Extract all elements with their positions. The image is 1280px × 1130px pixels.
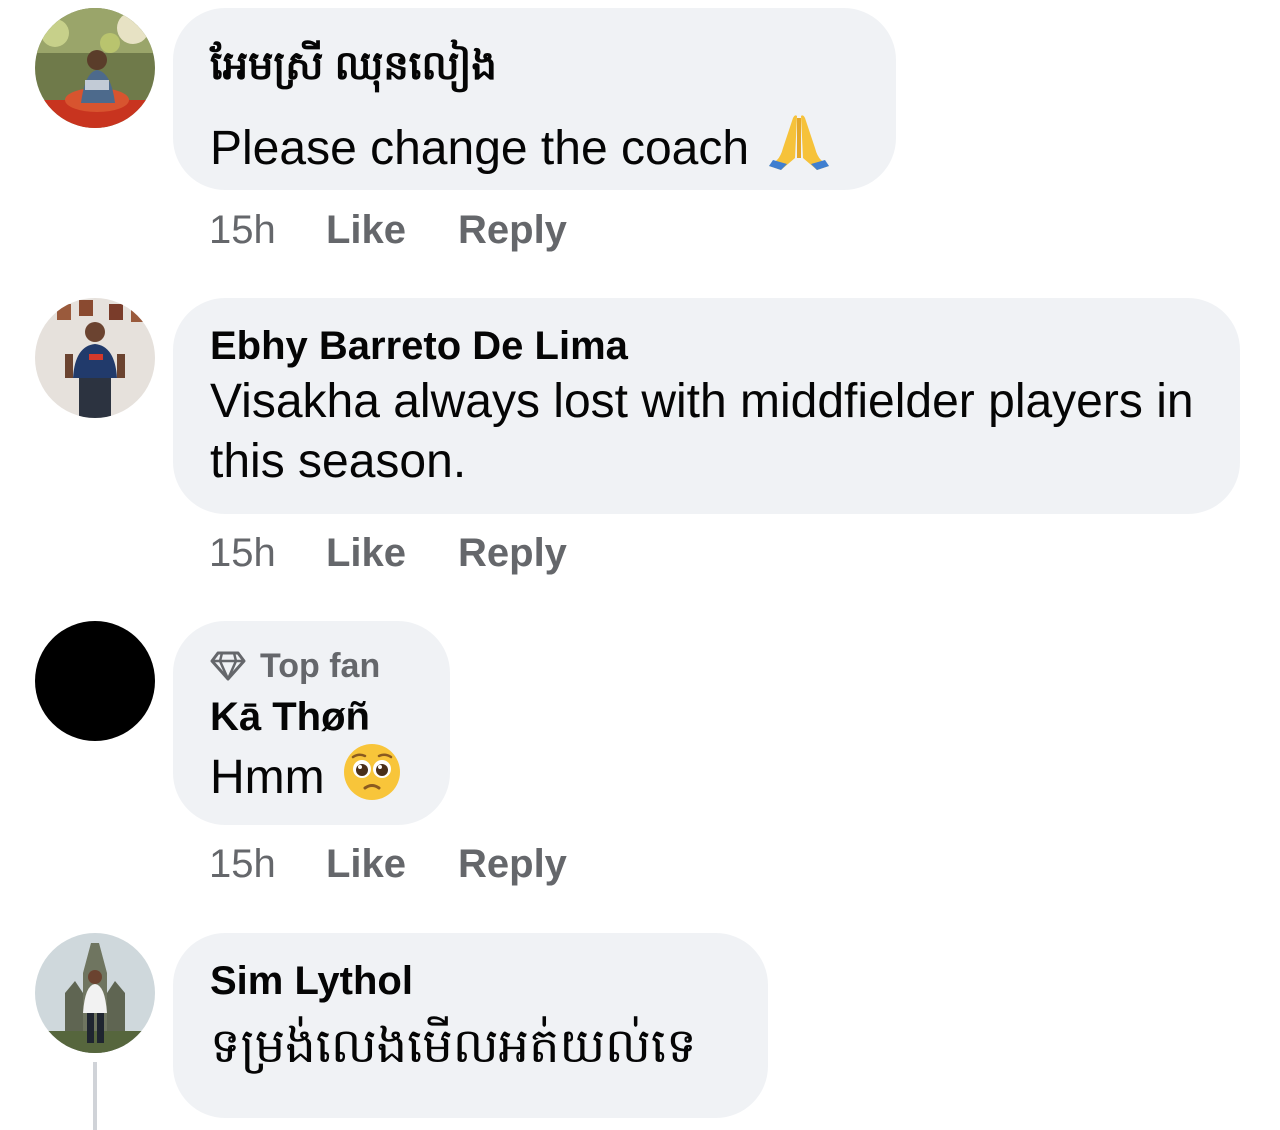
comment-text-content: Please change the coach bbox=[210, 122, 750, 175]
comment-bubble: Ebhy Barreto De Lima Visakha always lost… bbox=[173, 298, 1240, 514]
comment-text: Please change the coach bbox=[210, 112, 859, 187]
comment-author[interactable]: អែមស្រី ឈុនលៀង bbox=[210, 42, 859, 90]
comment-text: Hmm bbox=[210, 743, 413, 816]
comment-text: ទម្រង់លេងមើលអត់យល់ទេ bbox=[210, 1020, 697, 1073]
comment-actions: 15h Like Reply bbox=[209, 204, 567, 256]
avatar[interactable] bbox=[35, 621, 155, 741]
top-fan-badge: Top fan bbox=[210, 645, 413, 687]
pleading-face-emoji bbox=[343, 743, 401, 816]
comment-text-content: Hmm bbox=[210, 751, 325, 804]
reply-button[interactable]: Reply bbox=[458, 842, 567, 887]
diamond-icon bbox=[210, 651, 246, 681]
like-button[interactable]: Like bbox=[326, 842, 458, 887]
like-button[interactable]: Like bbox=[326, 531, 458, 576]
reply-button[interactable]: Reply bbox=[458, 208, 567, 253]
comment-bubble: Top fan Kā Thøñ Hmm bbox=[173, 621, 450, 825]
comment-author[interactable]: Sim Lythol bbox=[210, 957, 731, 1005]
avatar[interactable] bbox=[35, 933, 155, 1053]
reply-thread-line bbox=[93, 1062, 97, 1130]
avatar[interactable] bbox=[35, 8, 155, 128]
comment-timestamp[interactable]: 15h bbox=[209, 208, 326, 253]
comment-text: Visakha always lost with middfielder pla… bbox=[210, 375, 1194, 488]
comment-actions: 15h Like Reply bbox=[209, 527, 567, 579]
comment-author[interactable]: Ebhy Barreto De Lima bbox=[210, 322, 1203, 370]
reply-button[interactable]: Reply bbox=[458, 531, 567, 576]
comment-bubble: អែមស្រី ឈុនលៀង Please change the coach bbox=[173, 8, 896, 190]
top-fan-label: Top fan bbox=[260, 647, 381, 685]
comment-actions: 15h Like Reply bbox=[209, 838, 567, 890]
comment-timestamp[interactable]: 15h bbox=[209, 842, 326, 887]
folded-hands-emoji bbox=[767, 112, 831, 187]
comment-author[interactable]: Kā Thøñ bbox=[210, 693, 413, 741]
comment-bubble: Sim Lythol ទម្រង់លេងមើលអត់យល់ទេ bbox=[173, 933, 768, 1118]
avatar[interactable] bbox=[35, 298, 155, 418]
like-button[interactable]: Like bbox=[326, 208, 458, 253]
comment-timestamp[interactable]: 15h bbox=[209, 531, 326, 576]
